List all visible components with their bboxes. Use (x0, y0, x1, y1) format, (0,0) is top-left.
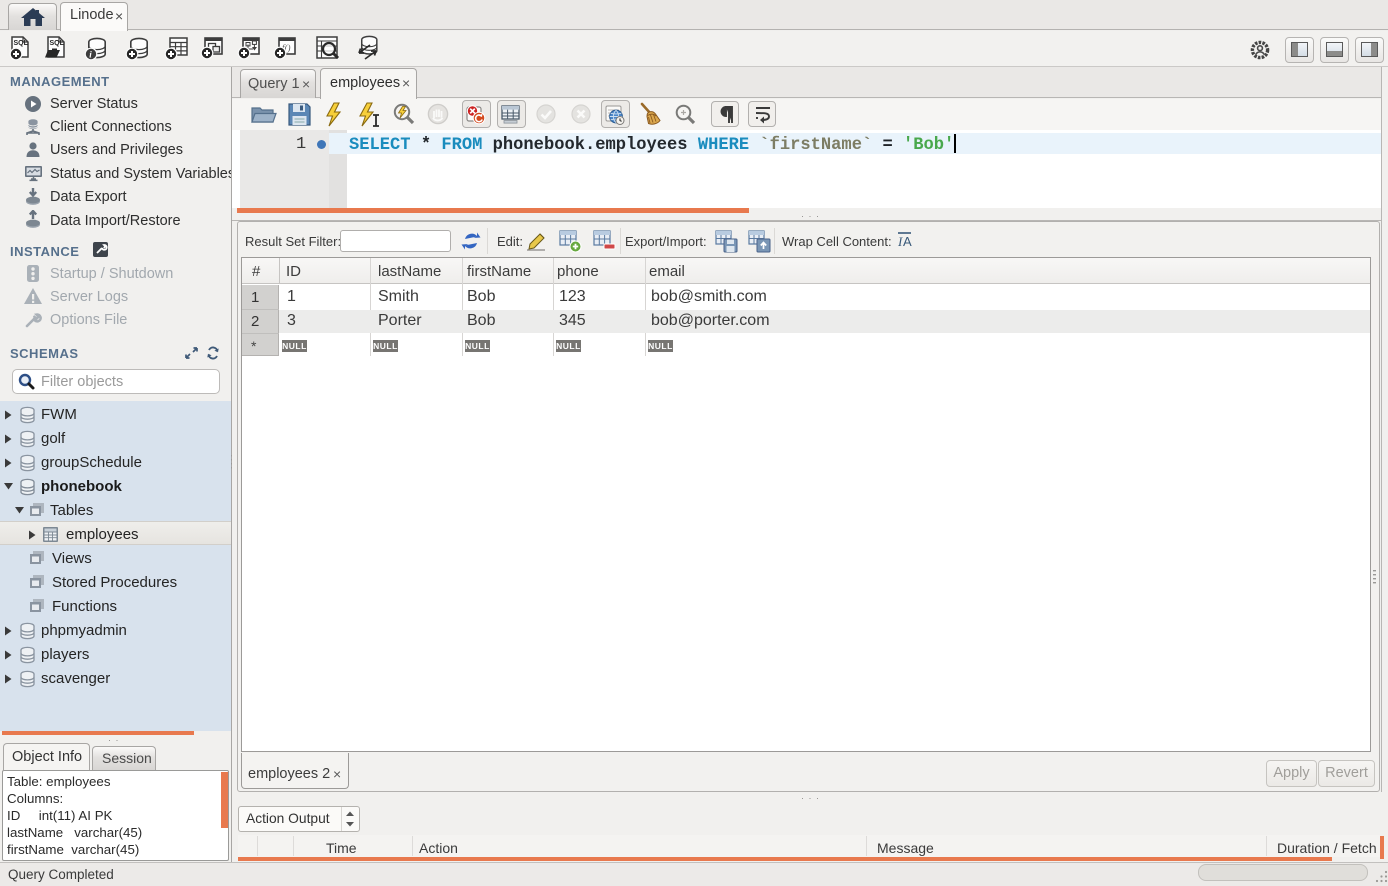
svg-text:SQL: SQL (50, 40, 65, 47)
svg-text:A: A (903, 234, 912, 249)
svg-text:SQL: SQL (14, 40, 29, 47)
